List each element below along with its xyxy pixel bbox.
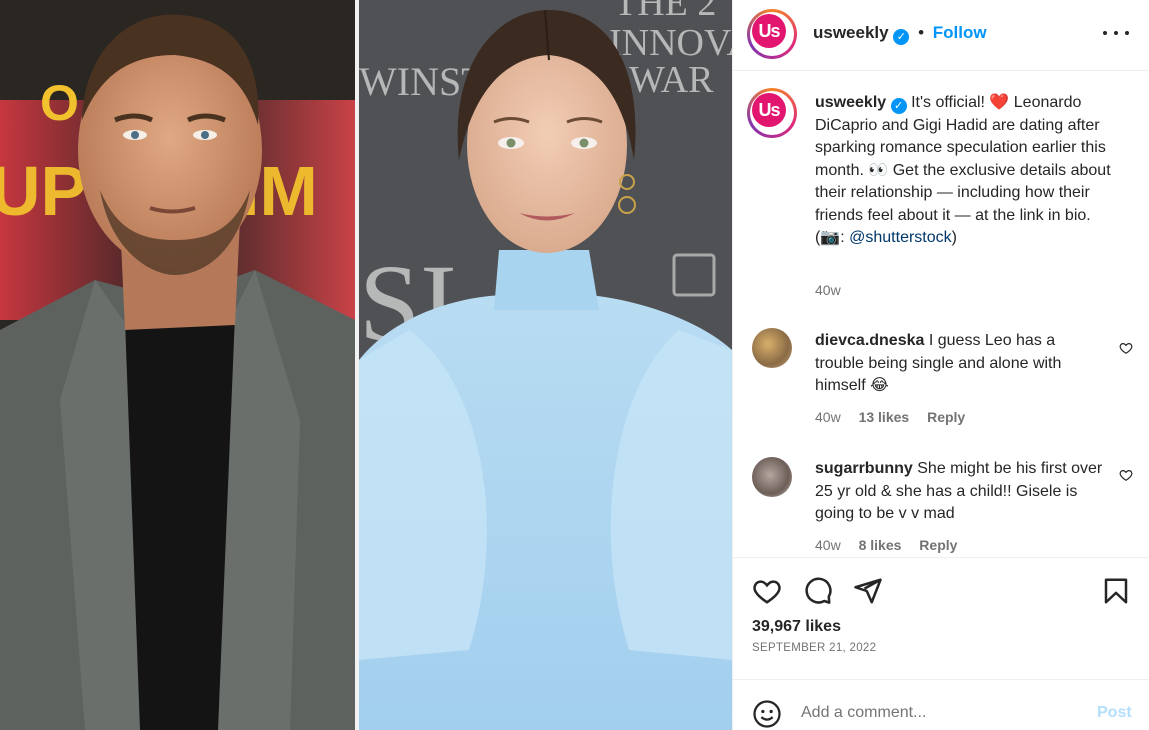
- author-avatar[interactable]: Us: [747, 9, 797, 59]
- post-header: Us usweekly ✓ • Follow: [733, 0, 1149, 71]
- post-comment-button[interactable]: Post: [1097, 704, 1132, 722]
- post-date: SEPTEMBER 21, 2022: [752, 642, 877, 654]
- caption-timestamp: 40w: [815, 282, 841, 298]
- comment-reply-button[interactable]: Reply: [919, 537, 957, 553]
- comment-avatar[interactable]: [752, 457, 792, 497]
- photo-left-illustration: UPO IM O: [0, 0, 355, 730]
- comment-time: 40w: [815, 537, 841, 553]
- caption-close: ): [951, 229, 957, 246]
- comment-bubble-icon[interactable]: [803, 576, 833, 606]
- svg-text:INNOVA: INNOVA: [609, 22, 732, 64]
- comment-item: sugarrbunny She might be his first over …: [815, 458, 1105, 526]
- post-actions: 39,967 likes SEPTEMBER 21, 2022: [733, 557, 1149, 679]
- comment-item: dievca.dneska I guess Leo has a trouble …: [815, 330, 1105, 398]
- svg-text:O: O: [40, 75, 79, 131]
- share-paper-plane-icon[interactable]: [853, 576, 883, 606]
- comment-likes[interactable]: 8 likes: [859, 537, 902, 553]
- author-username[interactable]: usweekly: [813, 23, 889, 42]
- comment-avatar[interactable]: [752, 328, 792, 368]
- caption-username[interactable]: usweekly: [815, 94, 886, 111]
- comment-reply-button[interactable]: Reply: [927, 409, 965, 425]
- comment-username[interactable]: dievca.dneska: [815, 332, 924, 349]
- more-options-icon[interactable]: [1103, 23, 1129, 43]
- comment-meta: 40w 8 likes Reply: [815, 537, 957, 553]
- emoji-picker-icon[interactable]: [752, 699, 782, 729]
- svg-text:THE 2: THE 2: [614, 0, 716, 24]
- comment-like-heart-icon[interactable]: [1119, 341, 1133, 355]
- header-separator: •: [918, 23, 925, 42]
- comment-meta: 40w 13 likes Reply: [815, 409, 965, 425]
- save-bookmark-icon[interactable]: [1101, 576, 1131, 606]
- author-avatar-logo: Us: [752, 14, 786, 48]
- likes-count[interactable]: 39,967 likes: [752, 618, 841, 636]
- comment-like-heart-icon[interactable]: [1119, 468, 1133, 482]
- post-panel: Us usweekly ✓ • Follow Us usweekly ✓ It'…: [732, 0, 1149, 730]
- header-author: usweekly ✓ • Follow: [813, 23, 987, 45]
- comment-time: 40w: [815, 409, 841, 425]
- caption-body: It's official! ❤️ Leonardo DiCaprio and …: [815, 94, 1111, 246]
- like-heart-icon[interactable]: [752, 576, 782, 606]
- photo-right-illustration: WINSTO THE 2 INNOVA WAR SI: [359, 0, 732, 730]
- add-comment-bar: Post: [733, 679, 1149, 730]
- post-caption: usweekly ✓ It's official! ❤️ Leonardo Di…: [815, 92, 1115, 250]
- post-media[interactable]: UPO IM O WINSTO THE 2 INNOV WAR SI: [0, 0, 732, 730]
- comment-input[interactable]: [801, 700, 1071, 726]
- verified-badge-icon: ✓: [890, 98, 907, 114]
- post-photo-left: UPO IM O: [0, 0, 355, 730]
- follow-button[interactable]: Follow: [933, 23, 987, 42]
- svg-text:WAR: WAR: [629, 59, 714, 101]
- caption-avatar[interactable]: Us: [747, 88, 797, 138]
- comment-likes[interactable]: 13 likes: [859, 409, 910, 425]
- caption-mention-link[interactable]: @shutterstock: [849, 229, 952, 246]
- comment-username[interactable]: sugarrbunny: [815, 460, 913, 477]
- caption-avatar-logo: Us: [752, 93, 786, 127]
- post-photo-right: WINSTO THE 2 INNOVA WAR SI: [359, 0, 732, 730]
- verified-badge-icon: ✓: [893, 29, 910, 45]
